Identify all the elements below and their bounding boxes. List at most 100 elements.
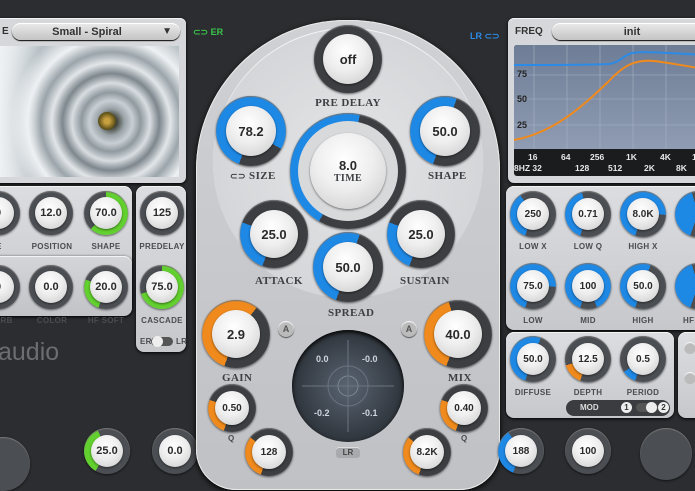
knob-value: 0.71 xyxy=(578,208,598,220)
knob-depth[interactable]: 12.5 xyxy=(565,336,611,382)
knob-value: 8.0 xyxy=(338,158,358,173)
knob-q-right[interactable]: 0.40 xyxy=(440,384,488,432)
lr-link-indicator[interactable]: LR ⊂⊃ xyxy=(470,31,500,42)
knob-time[interactable]: 8.0 TIME xyxy=(290,113,406,229)
knob-attack[interactable]: 25.0 xyxy=(240,200,308,268)
xy-readout: -0.1 xyxy=(362,408,378,418)
eq-tick: 256 xyxy=(590,152,605,162)
knob-label: CASCADE xyxy=(141,316,183,325)
mod-option-1[interactable]: 1 xyxy=(621,402,632,413)
knob-value: 40.0 xyxy=(445,326,471,342)
link-icon: ⊂⊃ xyxy=(193,27,209,37)
lr-button[interactable]: LR xyxy=(336,447,360,458)
knob-value: 100 xyxy=(579,280,597,292)
eq-tick: 2K xyxy=(644,163,655,173)
knob-color[interactable]: 0.0 xyxy=(29,265,73,309)
knob-value: 70.0 xyxy=(95,207,117,219)
freq-label: FREQ xyxy=(515,26,543,37)
preset-panel-left: E Small - Spiral ▼ xyxy=(0,18,186,183)
lr-link-label: LR xyxy=(470,31,482,41)
knob-gain[interactable]: 2.9 xyxy=(202,300,270,368)
preset-dropdown[interactable]: Small - Spiral ▼ xyxy=(12,23,180,40)
eq-curves xyxy=(514,45,695,149)
mod-toggle[interactable] xyxy=(636,402,658,413)
eq-y-label: 75 xyxy=(517,69,528,79)
mod-option-2[interactable]: 2 xyxy=(658,402,669,413)
side-button-1[interactable] xyxy=(684,342,695,354)
q-left-label: Q xyxy=(228,434,235,443)
knob-value: 0.0 xyxy=(167,445,183,457)
knob-value: 25.0 xyxy=(261,226,287,242)
knob-hf-soft[interactable]: 20.0 xyxy=(84,265,128,309)
knob-value: 188 xyxy=(512,445,530,457)
knob-low[interactable]: 75.0 xyxy=(510,263,556,309)
knob-period[interactable]: 0.5 xyxy=(620,336,666,382)
knob-low-q[interactable]: 0.71 xyxy=(565,191,611,237)
knob-mix[interactable]: 40.0 xyxy=(424,300,492,368)
freq-preset-dropdown[interactable]: init xyxy=(552,23,695,40)
knob-value: 78.2 xyxy=(238,123,264,139)
knob-right-bottom-1[interactable]: 188 xyxy=(498,428,544,474)
knob-shape[interactable]: 70.0 xyxy=(84,191,128,235)
xy-pad[interactable]: 0.0 -0.0 -0.2 -0.1 xyxy=(292,330,404,442)
knob-label: E xyxy=(0,242,2,251)
knob-sustain[interactable]: 25.0 xyxy=(387,200,455,268)
knob-value: 12.5 xyxy=(578,353,598,365)
knob-label: LOW Q xyxy=(573,242,603,251)
knob-value: 12.0 xyxy=(40,207,62,219)
knob-bottom-left-2[interactable]: 25.0 xyxy=(84,428,130,474)
knob-shape-center[interactable]: 50.0 xyxy=(410,96,480,166)
er-toggle-label: ER xyxy=(140,337,152,346)
knob-value: off xyxy=(339,51,357,67)
auto-label: A xyxy=(405,324,413,334)
knob-spread[interactable]: 50.0 xyxy=(313,232,383,302)
xy-readout: -0.0 xyxy=(362,354,378,364)
knob-mid[interactable]: 100 xyxy=(565,263,611,309)
knob-size[interactable]: 78.2 xyxy=(216,96,286,166)
er-link-indicator[interactable]: ⊂⊃ ER xyxy=(193,27,223,38)
xy-readout: -0.2 xyxy=(314,408,330,418)
knob-right-bottom-2[interactable]: 100 xyxy=(565,428,611,474)
knob-position[interactable]: 12.0 xyxy=(29,191,73,235)
er-lr-toggle[interactable] xyxy=(151,336,173,347)
knob-right-bottom-3[interactable] xyxy=(640,428,692,480)
eq-tick: 8K xyxy=(676,163,687,173)
partial-label: HF xyxy=(683,316,695,325)
knob-label: COLOR xyxy=(36,316,68,325)
knob-bottom-left-1[interactable] xyxy=(0,437,30,491)
knob-value: 50.0 xyxy=(633,280,653,292)
knob-value: 50.0 xyxy=(432,123,458,139)
eq-tick: 8HZ 32 xyxy=(514,163,542,173)
knob-value: 25.0 xyxy=(408,226,434,242)
mod-selector[interactable]: MOD 1 2 xyxy=(566,400,670,416)
knob-value: 0.0 xyxy=(43,281,59,293)
q-right-label: Q xyxy=(461,434,468,443)
er-link-label: ER xyxy=(210,27,224,37)
shape-label: SHAPE xyxy=(428,170,467,182)
knob-label: HF SOFT xyxy=(87,316,125,325)
side-button-2[interactable] xyxy=(684,372,695,384)
knob-low-x[interactable]: 250 xyxy=(510,191,556,237)
chevron-down-icon: ▼ xyxy=(162,26,172,37)
knob-q-left[interactable]: 0.50 xyxy=(208,384,256,432)
knob-value: 0.50 xyxy=(222,402,242,414)
lr-toggle-label: LR xyxy=(176,337,188,346)
spiral-staircase-image xyxy=(0,46,179,177)
knob-value: 128 xyxy=(260,446,278,458)
sustain-label: SUSTAIN xyxy=(400,275,450,287)
auto-label: A xyxy=(282,324,290,334)
knob-cascade[interactable]: 75.0 xyxy=(140,265,184,309)
knob-label: DIFFUSE xyxy=(514,388,552,397)
eq-graph[interactable]: 75 50 25 16 64 256 1K 4K 16 8HZ 32 128 5… xyxy=(514,45,695,176)
knob-predelay-er[interactable]: 125 xyxy=(140,191,184,235)
knob-value: 2.9 xyxy=(226,326,246,342)
xy-readout: 0.0 xyxy=(316,354,329,364)
eq-tick: 4K xyxy=(660,152,671,162)
knob-high[interactable]: 50.0 xyxy=(620,263,666,309)
lr-button-label: LR xyxy=(342,448,354,457)
knob-high-x[interactable]: 8.0K xyxy=(620,191,666,237)
knob-predelay[interactable]: off xyxy=(314,25,382,93)
knob-bottom-left-3[interactable]: 0.0 xyxy=(152,428,198,474)
freq-panel: FREQ init 75 50 25 16 64 256 1K 4K 16 8H… xyxy=(508,18,695,183)
knob-diffuse[interactable]: 50.0 xyxy=(510,336,556,382)
